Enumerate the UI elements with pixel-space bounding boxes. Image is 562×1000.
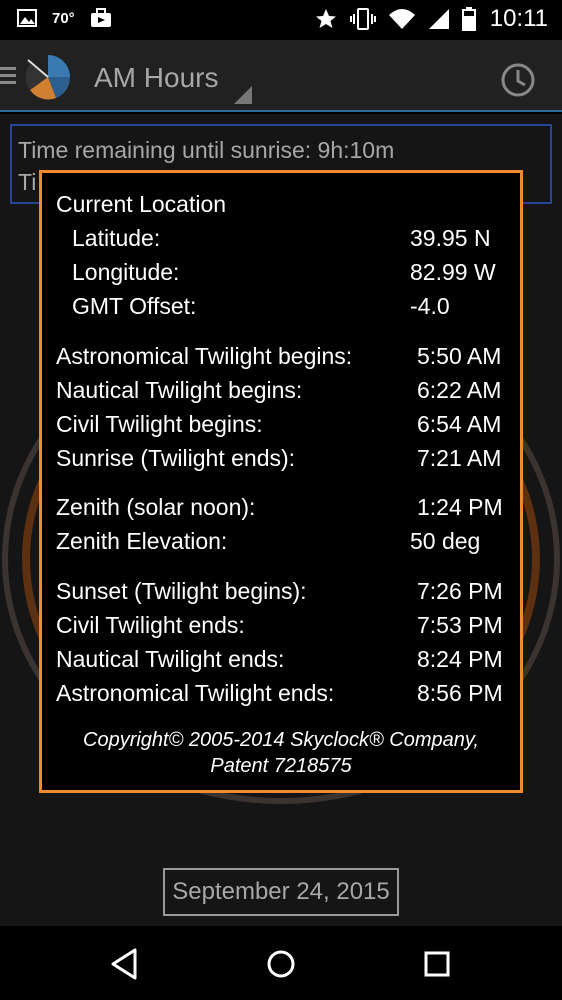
gmt-offset-value: -4.0: [410, 293, 450, 319]
civil-twilight-begins-value: 6:54 AM: [417, 411, 502, 437]
sunrise-value: 7:21 AM: [417, 445, 502, 471]
clock-time: 10:11: [489, 5, 548, 32]
civil-twilight-ends-value: 7:53 PM: [417, 612, 503, 638]
menu-icon[interactable]: [0, 67, 16, 88]
vibrate-icon: [349, 8, 376, 30]
astronomical-twilight-ends-label: Astronomical Twilight ends:: [56, 680, 335, 706]
astronomical-twilight-ends-value: 8:56 PM: [417, 680, 503, 706]
longitude-value: 82.99 W: [410, 259, 496, 285]
sunrise-label: Sunrise (Twilight ends):: [56, 445, 296, 471]
star-icon: [315, 9, 336, 28]
copyright-text: Copyright© 2005-2014 Skyclock® Company, …: [42, 727, 520, 779]
astronomical-twilight-begins-label: Astronomical Twilight begins:: [56, 343, 353, 369]
time-remaining-text: Time remaining until sunrise: 9h:10m: [18, 137, 395, 163]
sunset-label: Sunset (Twilight begins):: [56, 578, 307, 604]
date-label: September 24, 2015: [172, 878, 390, 905]
nautical-twilight-ends-value: 8:24 PM: [417, 646, 503, 672]
status-bar-right: 10:11: [314, 5, 548, 33]
status-bar-left: 70°: [16, 7, 113, 29]
copyright-line-2: Patent 7218575: [210, 755, 352, 777]
battery-icon: [461, 7, 476, 31]
app-title[interactable]: AM Hours: [94, 62, 218, 94]
briefcase-icon: [90, 8, 111, 27]
location-info-popup[interactable]: Current Location Latitude: 39.95 N Longi…: [39, 170, 523, 793]
recents-icon[interactable]: [417, 944, 457, 984]
latitude-label: Latitude:: [72, 225, 161, 251]
date-button[interactable]: September 24, 2015: [163, 868, 399, 916]
signal-icon: [428, 9, 449, 29]
zenith-label: Zenith (solar noon):: [56, 494, 256, 520]
sunset-value: 7:26 PM: [417, 578, 503, 604]
nautical-twilight-begins-label: Nautical Twilight begins:: [56, 377, 303, 403]
temperature: 70°: [52, 9, 75, 27]
status-bar: 70° 10:11: [0, 0, 562, 40]
nautical-twilight-begins-value: 6:22 AM: [417, 377, 502, 403]
app-logo-icon[interactable]: [26, 52, 70, 102]
app-bar: AM Hours: [0, 40, 562, 112]
zenith-value: 1:24 PM: [417, 494, 503, 520]
zenith-elevation-value: 50 deg: [410, 528, 481, 554]
gmt-offset-label: GMT Offset:: [72, 293, 197, 319]
back-icon[interactable]: [105, 944, 145, 984]
nautical-twilight-ends-label: Nautical Twilight ends:: [56, 646, 285, 672]
image-icon: [17, 9, 37, 27]
copyright-line-1: Copyright© 2005-2014 Skyclock® Company,: [83, 729, 479, 751]
zenith-elevation-label: Zenith Elevation:: [56, 528, 228, 554]
longitude-label: Longitude:: [72, 259, 180, 285]
home-icon[interactable]: [261, 944, 301, 984]
history-clock-icon[interactable]: [498, 60, 538, 100]
spinner-dropdown-icon[interactable]: [234, 86, 252, 104]
civil-twilight-begins-label: Civil Twilight begins:: [56, 411, 263, 437]
latitude-value: 39.95 N: [410, 225, 491, 251]
popup-header: Current Location: [56, 191, 227, 217]
civil-twilight-ends-label: Civil Twilight ends:: [56, 612, 245, 638]
navigation-bar: [0, 926, 562, 1000]
wifi-icon: [388, 9, 415, 29]
astronomical-twilight-begins-value: 5:50 AM: [417, 343, 502, 369]
